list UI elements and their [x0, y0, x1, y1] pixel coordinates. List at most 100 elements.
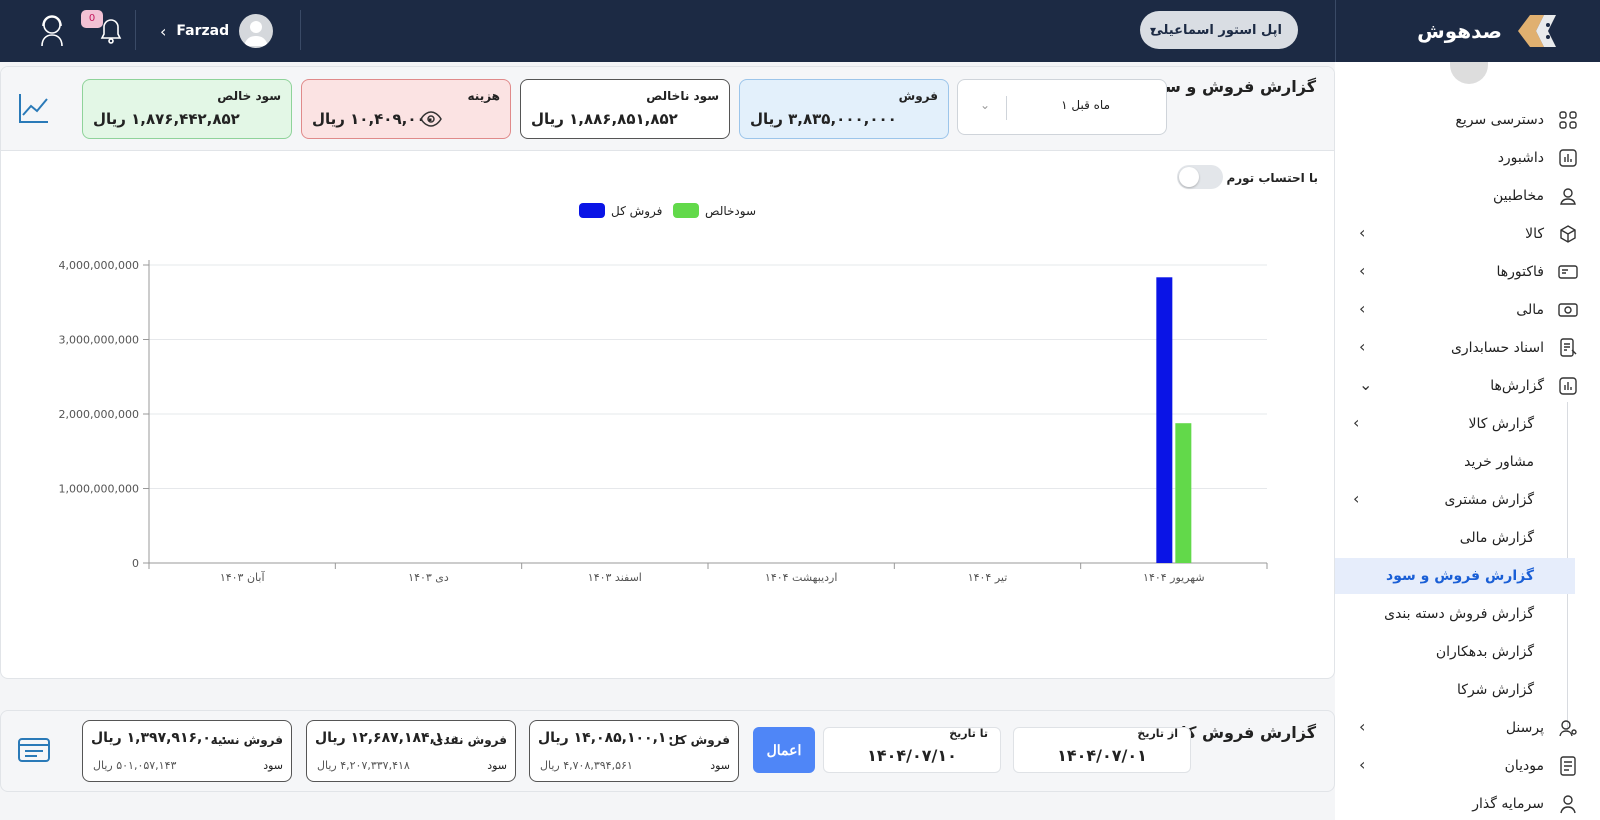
- sidebar-subitem-category-sales-report[interactable]: گزارش فروش دسته بندی: [1335, 596, 1600, 632]
- sidebar-item-label: گزارش بدهکاران: [1435, 644, 1534, 660]
- sidebar-item-quick-access[interactable]: دسترسی سریع: [1335, 102, 1600, 138]
- summary-value: ۱,۳۹۷,۹۱۶,۰۰۰ ریال: [91, 730, 229, 746]
- sidebar-item-label: پرسنل: [1505, 720, 1544, 736]
- box-icon: [1560, 225, 1576, 243]
- to-date-label: تا تاریخ: [949, 727, 988, 740]
- avatar: [239, 14, 274, 48]
- y-tick-label: 2,000,000,000: [59, 408, 139, 421]
- summary-cash-sales: فروش نقدی ۱۲,۶۸۷,۱۸۴,۱۰۰ ریال سود ۴,۲۰۷,…: [306, 720, 516, 782]
- brand-logo-icon: [1518, 15, 1556, 47]
- top-bar: 0 ‹ Farzad ▾ اپل استور اسماعیلی صدهوش: [0, 0, 1600, 62]
- brand[interactable]: صدهوش: [1335, 0, 1600, 62]
- sidebar-subitem-purchase-advisor[interactable]: مشاور خرید: [1335, 444, 1600, 480]
- y-tick-label: 0: [132, 557, 139, 570]
- sidebar-item-reports[interactable]: ⌄ گزارش‌ها: [1335, 368, 1600, 404]
- bar-net-profit: [1175, 423, 1192, 563]
- y-tick-label: 3,000,000,000: [59, 334, 139, 347]
- bar-chart: 0 1,000,000,000 2,000,000,000 3,000,000,000…: [59, 259, 1268, 584]
- sidebar-item-label: گزارش شرکا: [1457, 682, 1534, 698]
- user-menu[interactable]: ‹ Farzad: [160, 12, 274, 50]
- divider: [300, 10, 301, 50]
- sidebar-item-dashboard[interactable]: داشبورد: [1335, 140, 1600, 176]
- chart-icon: [1559, 149, 1577, 167]
- from-date-value: ۱۴۰۴/۰۷/۰۱: [1057, 746, 1147, 765]
- sidebar-subitem-partners-report[interactable]: گزارش شرکا: [1335, 672, 1600, 708]
- sidebar-item-label: گزارش کالا: [1468, 416, 1535, 432]
- total-sales-card: گزارش فروش کل از تاریخ ۱۴۰۴/۰۷/۰۱ تا تار…: [0, 710, 1335, 792]
- sidebar-item-invoices[interactable]: ‹ فاکتورها: [1335, 254, 1600, 290]
- chevron-left-icon: ‹: [1353, 489, 1360, 508]
- sidebar-item-tax[interactable]: ‹ مودیان: [1335, 748, 1600, 784]
- profit-value: ۴,۲۰۷,۳۳۷,۴۱۸ ریال: [317, 759, 410, 772]
- x-tick-label: آبان ۱۴۰۳: [220, 570, 266, 584]
- invoice-icon: [1558, 265, 1578, 279]
- support-agent-icon[interactable]: [32, 10, 72, 50]
- store-name: اپل استور اسماعیلی: [1150, 22, 1282, 38]
- sidebar-subitem-debtors-report[interactable]: گزارش بدهکاران: [1335, 634, 1600, 670]
- summary-value: ۱۲,۶۸۷,۱۸۴,۱۰۰ ریال: [315, 730, 461, 746]
- from-date-field[interactable]: از تاریخ ۱۴۰۴/۰۷/۰۱: [1013, 727, 1191, 773]
- summary-total-sales: فروش کل ۱۴,۰۸۵,۱۰۰,۱۰۰ ریال سود ۴,۷۰۸,۳۹…: [529, 720, 739, 782]
- chevron-down-icon: ⌄: [1359, 375, 1373, 394]
- notification-badge: 0: [81, 10, 103, 28]
- x-tick-label: اردیبهشت ۱۴۰۴: [765, 571, 837, 584]
- chevron-left-icon: ‹: [1359, 337, 1366, 356]
- sales-profit-card: گزارش فروش و سود ۱ ماه قبل ⌄ فروش ۳,۸۳۵,…: [0, 66, 1335, 679]
- sidebar-avatar: [1450, 62, 1488, 84]
- chevron-down-icon: ▾: [1150, 23, 1157, 37]
- investor-icon: [1560, 795, 1576, 814]
- divider: [135, 10, 136, 50]
- sidebar-item-label: داشبورد: [1497, 150, 1544, 166]
- profit-label: سود: [263, 759, 283, 772]
- sidebar-item-investor[interactable]: سرمایه گذار: [1335, 786, 1600, 820]
- money-icon: [1558, 303, 1578, 317]
- chevron-left-icon: ‹: [1359, 717, 1366, 736]
- apply-button[interactable]: اعمال: [753, 727, 815, 773]
- sidebar-item-staff[interactable]: ‹ پرسنل: [1335, 710, 1600, 746]
- store-select[interactable]: ▾ اپل استور اسماعیلی: [1140, 11, 1298, 49]
- y-tick-label: 1,000,000,000: [59, 483, 139, 496]
- sidebar-item-label: گزارش‌ها: [1490, 378, 1544, 394]
- sidebar-subitem-finance-report[interactable]: گزارش مالی: [1335, 520, 1600, 556]
- chevron-left-icon: ‹: [1353, 413, 1360, 432]
- brand-name: صدهوش: [1417, 19, 1502, 43]
- sidebar-item-label: اسناد حسابداری: [1450, 340, 1544, 356]
- from-date-label: از تاریخ: [1137, 727, 1178, 740]
- chevron-left-icon: ‹: [1359, 223, 1366, 242]
- tax-icon: [1560, 756, 1576, 776]
- sidebar-item-label: مالی: [1516, 302, 1544, 318]
- sidebar-item-contacts[interactable]: مخاطبین: [1335, 178, 1600, 214]
- card-list-icon[interactable]: [17, 733, 51, 767]
- profit-value: ۵۰۱,۰۵۷,۱۴۳ ریال: [93, 759, 177, 772]
- bar-total-sales: [1156, 277, 1173, 563]
- sidebar-item-label: کالا: [1525, 226, 1544, 242]
- sidebar-item-label: گزارش مالی: [1459, 530, 1534, 546]
- sidebar-item-accounting-docs[interactable]: ‹ اسناد حسابداری: [1335, 330, 1600, 366]
- sidebar-subitem-product-report[interactable]: ‹ گزارش کالا: [1335, 406, 1600, 442]
- profit-value: ۴,۷۰۸,۳۹۴,۵۶۱ ریال: [540, 759, 633, 772]
- to-date-field[interactable]: تا تاریخ ۱۴۰۴/۰۷/۱۰: [823, 727, 1001, 773]
- chevron-left-icon: ‹: [160, 21, 167, 41]
- sidebar-subitem-sales-profit-report[interactable]: گزارش فروش و سود: [1335, 558, 1575, 594]
- sidebar-item-products[interactable]: ‹ کالا: [1335, 216, 1600, 252]
- profit-label: سود: [487, 759, 507, 772]
- sidebar-item-label: گزارش فروش دسته بندی: [1384, 606, 1534, 622]
- sidebar-item-label: مشاور خرید: [1464, 454, 1534, 470]
- x-tick-label: شهریور ۱۴۰۴: [1143, 571, 1205, 584]
- chevron-left-icon: ‹: [1359, 755, 1366, 774]
- sidebar-item-label: گزارش مشتری: [1444, 492, 1534, 508]
- sidebar-subitem-customer-report[interactable]: ‹ گزارش مشتری: [1335, 482, 1600, 518]
- sidebar-item-label: فاکتورها: [1496, 264, 1545, 280]
- user-icon: [1560, 188, 1576, 205]
- sidebar-item-finance[interactable]: ‹ مالی: [1335, 292, 1600, 328]
- user-name: Farzad: [176, 23, 230, 39]
- x-tick-label: تیر ۱۴۰۴: [968, 571, 1008, 584]
- x-tick-label: دی ۱۴۰۳: [408, 571, 449, 584]
- y-tick-label: 4,000,000,000: [59, 259, 139, 272]
- staff-icon: [1559, 720, 1577, 737]
- section-title: گزارش فروش کل: [1172, 723, 1316, 742]
- report-icon: [1559, 377, 1577, 395]
- document-icon: [1560, 338, 1577, 357]
- sidebar-item-label: مودیان: [1504, 758, 1544, 774]
- chevron-left-icon: ‹: [1359, 261, 1366, 280]
